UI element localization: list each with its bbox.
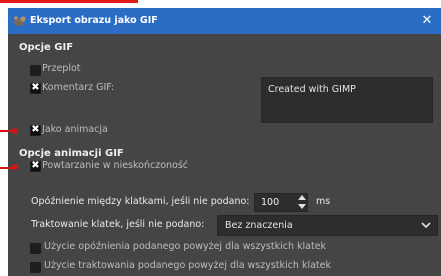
spin-up-icon[interactable]	[298, 195, 306, 200]
animation-options-heading: Opcje animacji GIF	[19, 148, 124, 159]
gif-comment-text: Created with GIMP	[268, 84, 356, 95]
dialog-title: Eksport obrazu jako GIF	[30, 15, 158, 26]
frame-disposal-value: Bez znaczenia	[225, 220, 293, 231]
frame-delay-stepper[interactable]	[296, 192, 308, 213]
close-button[interactable]: ✕	[417, 11, 437, 31]
use-delay-all-label: Użycie opóźnienia podanego powyżej dla w…	[44, 241, 327, 252]
as-animation-checkbox[interactable]: ✖	[30, 124, 41, 136]
annotation-dot	[12, 164, 18, 170]
use-disposal-all-checkbox[interactable]	[30, 262, 41, 273]
gif-comment-checkbox[interactable]: ✖	[30, 82, 41, 94]
annotation-outline	[0, 0, 138, 3]
interlace-label: Przeplot	[42, 63, 81, 74]
loop-forever-checkbox[interactable]: ✖	[30, 160, 41, 172]
annotation-dot	[12, 128, 18, 134]
frame-delay-unit: ms	[316, 196, 331, 207]
checkmark-icon: ✖	[31, 160, 40, 171]
loop-forever-label: Powtarzanie w nieskończoność	[42, 160, 189, 171]
chevron-down-icon	[421, 220, 431, 230]
use-delay-all-checkbox[interactable]	[30, 243, 41, 254]
spin-down-icon[interactable]	[298, 204, 306, 209]
gif-comment-label: Komentarz GIF:	[42, 82, 115, 93]
frame-disposal-select[interactable]: Bez znaczenia	[217, 215, 438, 236]
gimp-icon	[13, 15, 27, 27]
frame-disposal-label: Traktowanie klatek, jeśli nie podano:	[31, 219, 205, 230]
export-gif-dialog: Eksport obrazu jako GIF ✕ Opcje GIF Prze…	[8, 8, 441, 276]
use-disposal-all-label: Użycie traktowania podanego powyżej dla …	[44, 260, 331, 271]
as-animation-label: Jako animacja	[42, 124, 108, 135]
checkmark-icon: ✖	[31, 82, 40, 93]
checkmark-icon: ✖	[31, 124, 40, 135]
interlace-checkbox[interactable]	[30, 65, 41, 76]
gif-options-heading: Opcje GIF	[19, 42, 74, 53]
gif-comment-field[interactable]: Created with GIMP	[261, 77, 433, 123]
frame-delay-value: 100	[261, 197, 280, 208]
frame-delay-label: Opóźnienie między klatkami, jeśli nie po…	[31, 196, 250, 207]
title-bar[interactable]: Eksport obrazu jako GIF ✕	[8, 8, 441, 34]
